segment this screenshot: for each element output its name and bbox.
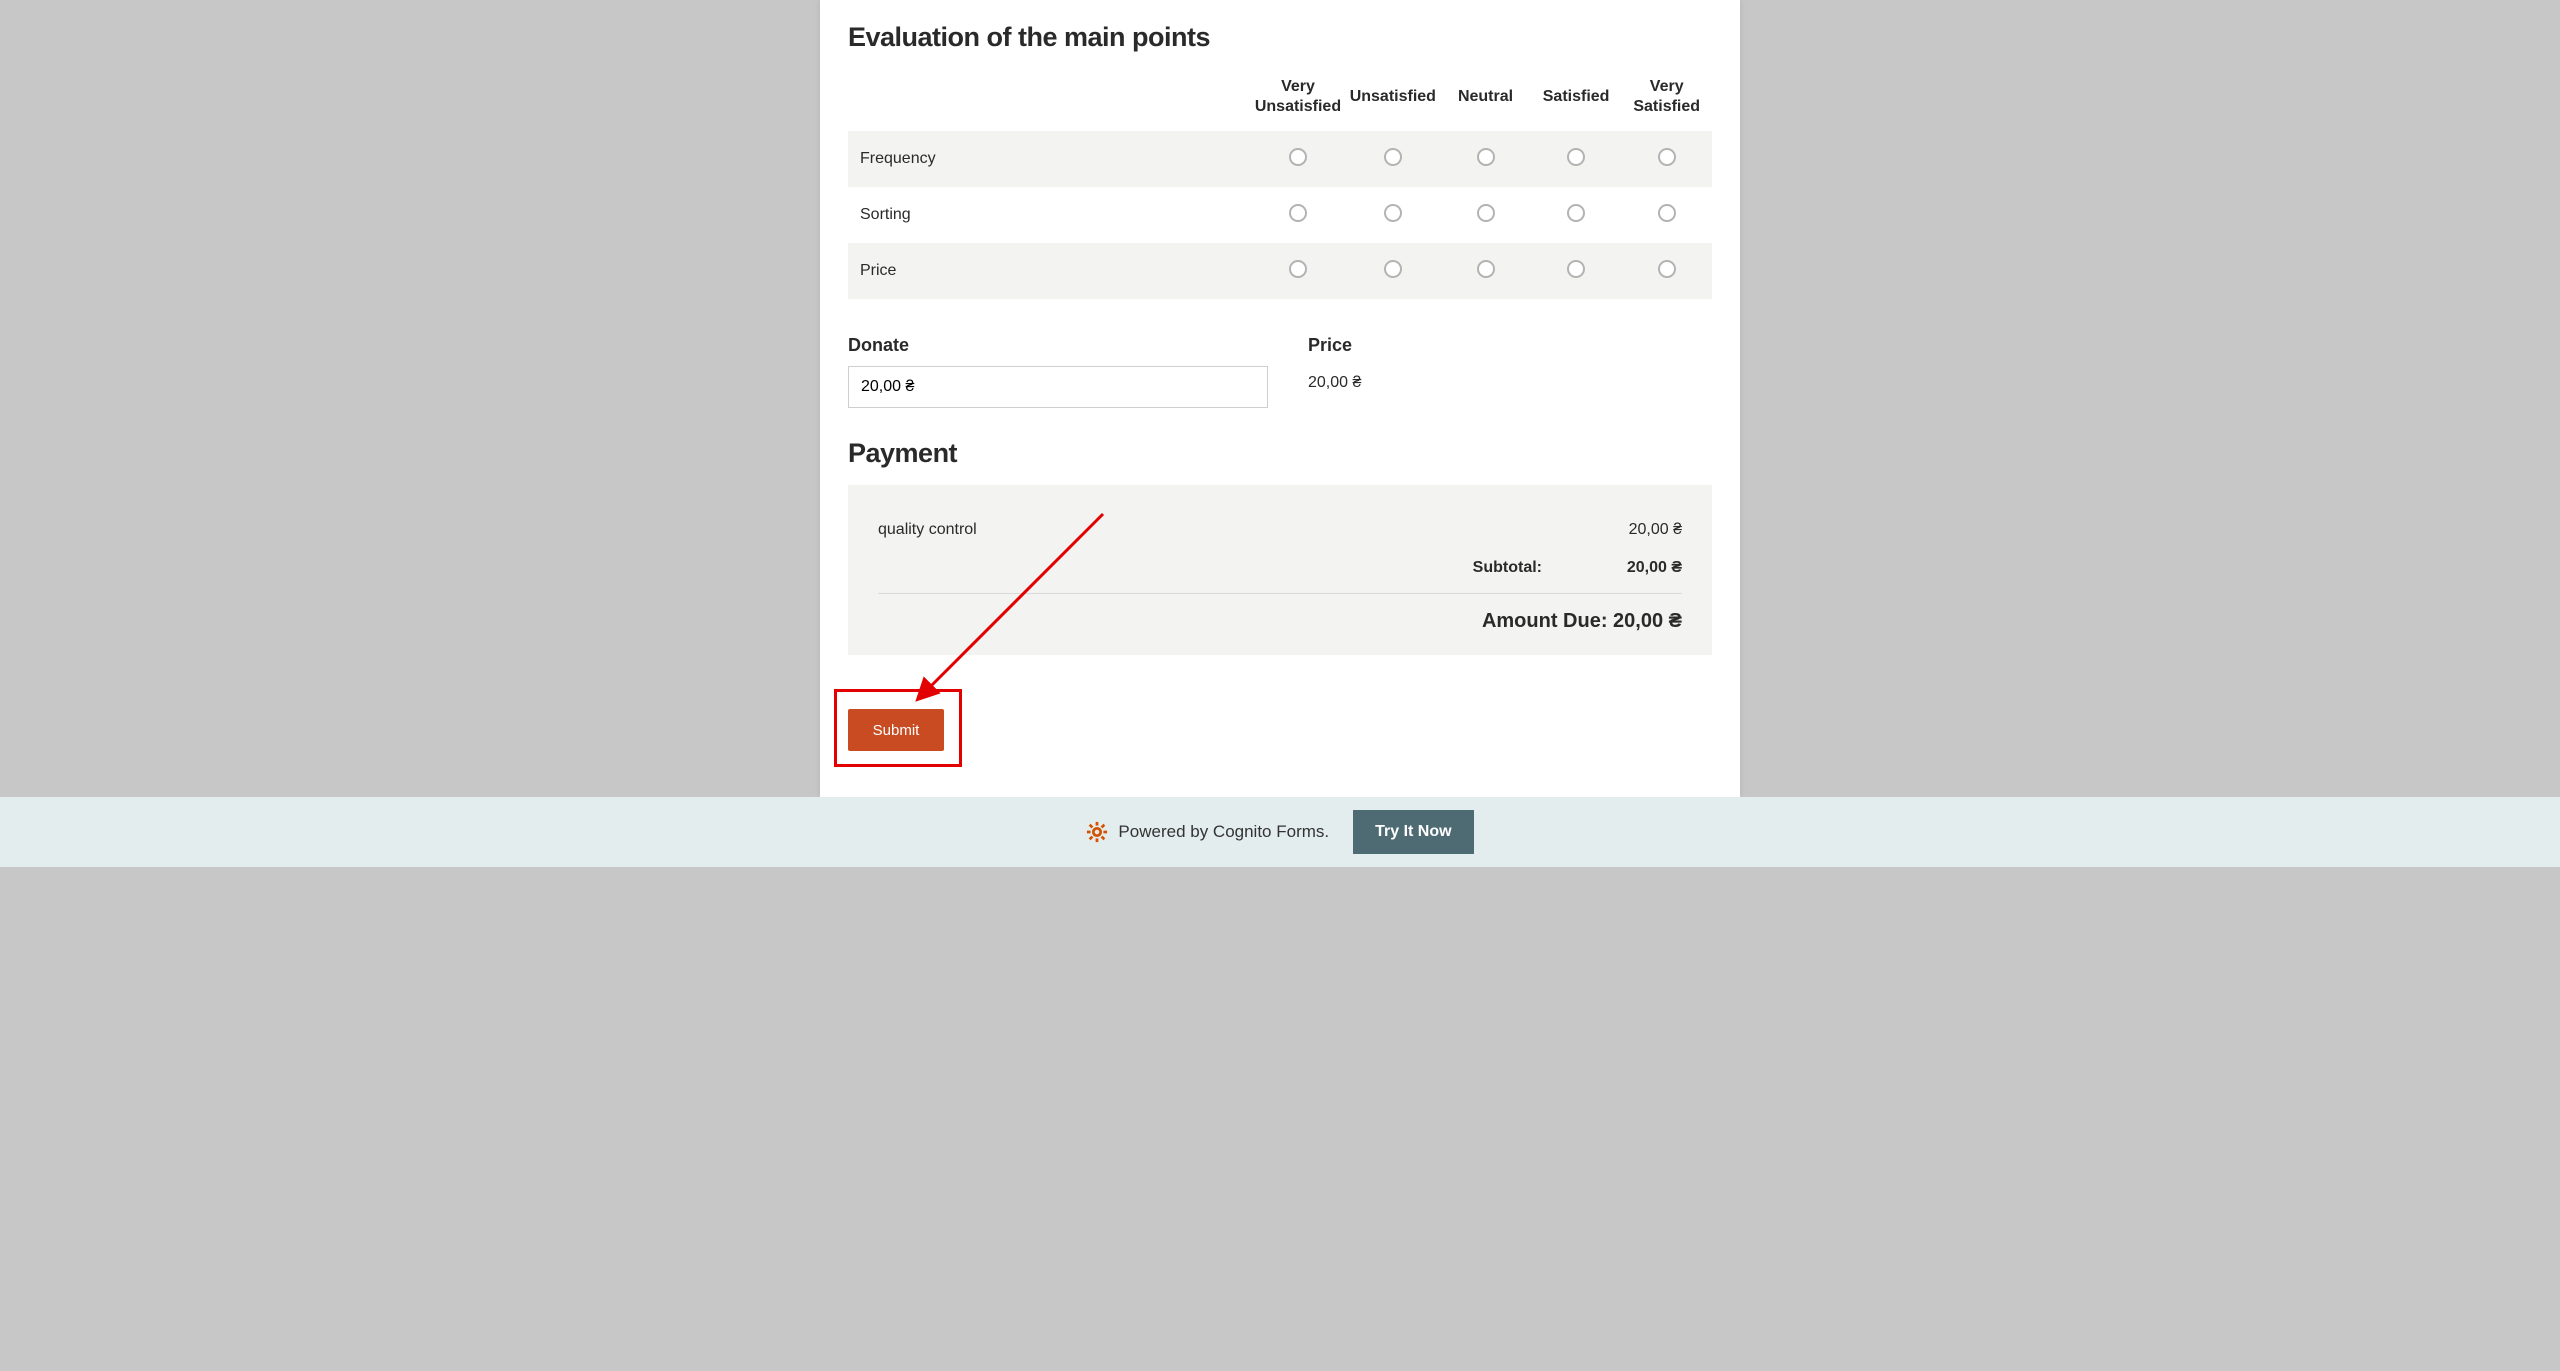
payment-subtotal-label: Subtotal: bbox=[878, 559, 1542, 577]
payment-line-item-name: quality control bbox=[878, 521, 977, 539]
payment-amount-due-label: Amount Due: bbox=[1482, 610, 1608, 632]
radio-price-satisfied[interactable] bbox=[1567, 260, 1585, 278]
likert-row-label: Price bbox=[848, 243, 1251, 299]
radio-frequency-satisfied[interactable] bbox=[1567, 148, 1585, 166]
price-label: Price bbox=[1308, 335, 1712, 356]
likert-row: Price bbox=[848, 243, 1712, 299]
price-field: Price 20,00 ₴ bbox=[1308, 335, 1712, 408]
radio-sorting-very-unsatisfied[interactable] bbox=[1289, 204, 1307, 222]
payment-amount-due: Amount Due: 20,00 ₴ bbox=[878, 594, 1682, 633]
radio-price-very-unsatisfied[interactable] bbox=[1289, 260, 1307, 278]
likert-row: Sorting bbox=[848, 187, 1712, 243]
form-card: Evaluation of the main points Very Unsat… bbox=[820, 0, 1740, 797]
likert-empty-header bbox=[848, 69, 1251, 131]
radio-price-very-satisfied[interactable] bbox=[1658, 260, 1676, 278]
donate-label: Donate bbox=[848, 335, 1268, 356]
try-it-now-button[interactable]: Try It Now bbox=[1353, 810, 1473, 854]
radio-frequency-unsatisfied[interactable] bbox=[1384, 148, 1402, 166]
donate-input[interactable] bbox=[848, 366, 1268, 408]
donate-field: Donate bbox=[848, 335, 1268, 408]
payment-line-item-amount: 20,00 ₴ bbox=[1629, 521, 1682, 539]
radio-frequency-very-satisfied[interactable] bbox=[1658, 148, 1676, 166]
payment-heading: Payment bbox=[848, 438, 1712, 469]
payment-box: quality control 20,00 ₴ Subtotal: 20,00 … bbox=[848, 485, 1712, 655]
radio-price-neutral[interactable] bbox=[1477, 260, 1495, 278]
radio-sorting-very-satisfied[interactable] bbox=[1658, 204, 1676, 222]
radio-sorting-unsatisfied[interactable] bbox=[1384, 204, 1402, 222]
likert-table: Very Unsatisfied Unsatisfied Neutral Sat… bbox=[848, 69, 1712, 299]
payment-amount-due-value: 20,00 ₴ bbox=[1613, 610, 1682, 632]
payment-line-item: quality control 20,00 ₴ bbox=[878, 515, 1682, 545]
radio-price-unsatisfied[interactable] bbox=[1384, 260, 1402, 278]
likert-row-label: Frequency bbox=[848, 131, 1251, 187]
likert-col-very-unsatisfied: Very Unsatisfied bbox=[1251, 69, 1346, 131]
submit-area: Submit bbox=[848, 689, 1712, 769]
radio-frequency-very-unsatisfied[interactable] bbox=[1289, 148, 1307, 166]
radio-sorting-satisfied[interactable] bbox=[1567, 204, 1585, 222]
likert-row: Frequency bbox=[848, 131, 1712, 187]
price-value: 20,00 ₴ bbox=[1308, 366, 1712, 392]
footer-branding[interactable]: Powered by Cognito Forms. bbox=[1086, 821, 1329, 843]
footer-powered-by: Powered by Cognito Forms. bbox=[1118, 822, 1329, 842]
cognito-gear-icon bbox=[1086, 821, 1108, 843]
evaluation-heading: Evaluation of the main points bbox=[848, 22, 1712, 53]
likert-row-label: Sorting bbox=[848, 187, 1251, 243]
radio-sorting-neutral[interactable] bbox=[1477, 204, 1495, 222]
submit-button[interactable]: Submit bbox=[848, 709, 944, 751]
radio-frequency-neutral[interactable] bbox=[1477, 148, 1495, 166]
payment-subtotal-row: Subtotal: 20,00 ₴ bbox=[878, 545, 1682, 583]
likert-col-very-satisfied: Very Satisfied bbox=[1621, 69, 1712, 131]
payment-subtotal-value: 20,00 ₴ bbox=[1602, 559, 1682, 577]
donate-price-row: Donate Price 20,00 ₴ bbox=[848, 335, 1712, 408]
footer: Powered by Cognito Forms. Try It Now bbox=[0, 797, 2560, 867]
likert-col-satisfied: Satisfied bbox=[1531, 69, 1622, 131]
likert-col-unsatisfied: Unsatisfied bbox=[1345, 69, 1440, 131]
likert-col-neutral: Neutral bbox=[1440, 69, 1531, 131]
page-wrap: Evaluation of the main points Very Unsat… bbox=[0, 0, 2560, 867]
